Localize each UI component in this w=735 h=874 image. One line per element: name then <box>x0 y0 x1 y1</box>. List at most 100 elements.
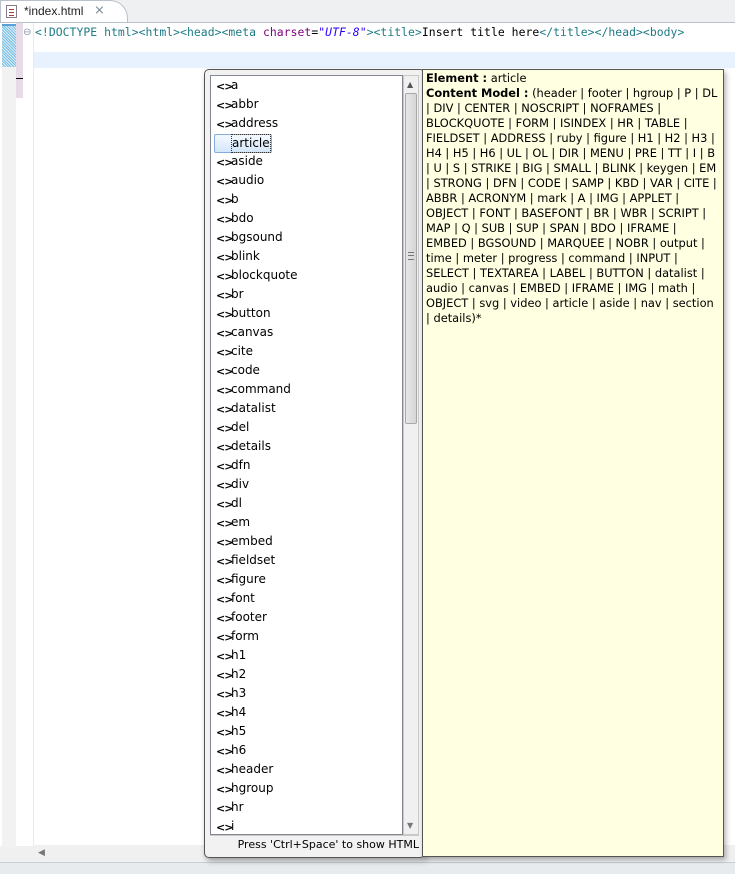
overview-ruler-marker <box>2 24 16 69</box>
scrollbar-thumb[interactable] <box>405 93 417 424</box>
item-label: hgroup <box>231 781 274 795</box>
autocomplete-item-abbr[interactable]: <> abbr <box>214 96 394 115</box>
autocomplete-item-b[interactable]: <> b <box>214 191 394 210</box>
autocomplete-item-details[interactable]: <> details <box>214 438 394 457</box>
scroll-left-arrow-icon[interactable]: ◀ <box>38 848 45 858</box>
item-label-wrap: footer <box>214 609 268 626</box>
ctrl-space-hint: Press 'Ctrl+Space' to show HTML <box>210 835 419 853</box>
autocomplete-item-dl[interactable]: <> dl <box>214 495 394 514</box>
item-label-wrap: h6 <box>214 742 247 759</box>
item-label-wrap: abbr <box>214 96 260 113</box>
item-label: font <box>231 591 255 605</box>
autocomplete-item-aside[interactable]: <> aside <box>214 153 394 172</box>
scroll-up-arrow-icon[interactable]: ▲ <box>407 80 413 89</box>
item-label-wrap: h1 <box>214 647 247 664</box>
item-label: dl <box>231 496 242 510</box>
autocomplete-item-h1[interactable]: <> h1 <box>214 647 394 666</box>
item-label-wrap: embed <box>214 533 274 550</box>
autocomplete-item-hgroup[interactable]: <> hgroup <box>214 780 394 799</box>
code-token-tag: <!DOCTYPE <box>35 25 105 39</box>
item-label: blink <box>231 249 260 263</box>
item-label-wrap: font <box>214 590 256 607</box>
item-label: h4 <box>231 705 247 719</box>
autocomplete-item-a[interactable]: <> a <box>214 77 394 96</box>
status-bar <box>0 862 735 874</box>
autocomplete-item-audio[interactable]: <> audio <box>214 172 394 191</box>
item-label: hr <box>231 800 244 814</box>
autocomplete-item-h3[interactable]: <> h3 <box>214 685 394 704</box>
autocomplete-item-header[interactable]: <> header <box>214 761 394 780</box>
item-label: aside <box>231 154 263 168</box>
autocomplete-item-embed[interactable]: <> embed <box>214 533 394 552</box>
item-label-wrap: details <box>214 438 272 455</box>
code-token-tag: ><title> <box>366 25 422 39</box>
autocomplete-item-font[interactable]: <> font <box>214 590 394 609</box>
autocomplete-item-br[interactable]: <> br <box>214 286 394 305</box>
item-label-wrap: i <box>214 818 235 834</box>
autocomplete-item-command[interactable]: <> command <box>214 381 394 400</box>
html-file-icon <box>6 5 17 18</box>
item-label: datalist <box>231 401 276 415</box>
element-row: Element : article <box>426 71 720 86</box>
scroll-down-arrow-icon[interactable]: ▼ <box>407 821 413 830</box>
autocomplete-item-address[interactable]: <> address <box>214 115 394 134</box>
item-label: footer <box>231 610 267 624</box>
autocomplete-item-i[interactable]: <> i <box>214 818 394 834</box>
autocomplete-item-em[interactable]: <> em <box>214 514 394 533</box>
autocomplete-item-bdo[interactable]: <> bdo <box>214 210 394 229</box>
autocomplete-item-button[interactable]: <> button <box>214 305 394 324</box>
item-label: h2 <box>231 667 247 681</box>
element-value: article <box>490 71 527 85</box>
item-label-wrap: fieldset <box>214 552 276 569</box>
autocomplete-item-blockquote[interactable]: <> blockquote <box>214 267 394 286</box>
autocomplete-item-footer[interactable]: <> footer <box>214 609 394 628</box>
item-label-wrap: command <box>214 381 292 398</box>
item-label-wrap: figure <box>214 571 267 588</box>
autocomplete-item-div[interactable]: <> div <box>214 476 394 495</box>
item-label: embed <box>231 534 273 548</box>
autocomplete-item-h4[interactable]: <> h4 <box>214 704 394 723</box>
autocomplete-item-figure[interactable]: <> figure <box>214 571 394 590</box>
autocomplete-item-dfn[interactable]: <> dfn <box>214 457 394 476</box>
autocomplete-item-article[interactable]: <>article <box>214 134 394 153</box>
fold-collapse-icon[interactable]: ⊖ <box>23 27 31 38</box>
autocomplete-item-h2[interactable]: <> h2 <box>214 666 394 685</box>
current-line-highlight <box>34 52 735 68</box>
item-label-wrap: dl <box>214 495 243 512</box>
autocomplete-item-form[interactable]: <> form <box>214 628 394 647</box>
autocomplete-popup: <>a<>abbr<>address<>article<>aside<>audi… <box>204 69 425 858</box>
autocomplete-item-hr[interactable]: <> hr <box>214 799 394 818</box>
autocomplete-item-cite[interactable]: <> cite <box>214 343 394 362</box>
autocomplete-item-datalist[interactable]: <> datalist <box>214 400 394 419</box>
tab-index-html[interactable]: *index.html ⨯ <box>0 0 128 22</box>
item-label: cite <box>231 344 254 358</box>
autocomplete-item-h5[interactable]: <> h5 <box>214 723 394 742</box>
autocomplete-item-fieldset[interactable]: <> fieldset <box>214 552 394 571</box>
item-label: div <box>231 477 250 491</box>
code-token-txt: Insert title here <box>421 25 540 39</box>
item-label: i <box>231 819 235 833</box>
close-icon[interactable]: ⨯ <box>94 3 105 18</box>
item-label: b <box>231 192 239 206</box>
item-label: form <box>231 629 259 643</box>
item-label-wrap: datalist <box>214 400 277 417</box>
tab-title: *index.html <box>24 4 84 18</box>
content-model-value: (header | footer | hgroup | P | DL | DIV… <box>426 86 718 325</box>
item-label: h3 <box>231 686 247 700</box>
autocomplete-item-h6[interactable]: <> h6 <box>214 742 394 761</box>
autocomplete-item-code[interactable]: <> code <box>214 362 394 381</box>
autocomplete-item-canvas[interactable]: <> canvas <box>214 324 394 343</box>
autocomplete-item-bgsound[interactable]: <> bgsound <box>214 229 394 248</box>
item-label: details <box>231 439 271 453</box>
autocomplete-item-del[interactable]: <> del <box>214 419 394 438</box>
autocomplete-list[interactable]: <>a<>abbr<>address<>article<>aside<>audi… <box>210 75 403 835</box>
vertical-scrollbar[interactable]: ▲ ▼ <box>403 75 419 835</box>
item-label-wrap: address <box>214 115 279 132</box>
content-model-label: Content Model : <box>426 86 529 100</box>
item-label: button <box>231 306 271 320</box>
autocomplete-item-blink[interactable]: <> blink <box>214 248 394 267</box>
item-label-wrap: a <box>214 77 239 94</box>
item-label: h6 <box>231 743 247 757</box>
item-label-wrap: br <box>214 286 245 303</box>
code-line-1[interactable]: <!DOCTYPE html><html><head><meta charset… <box>35 25 684 39</box>
